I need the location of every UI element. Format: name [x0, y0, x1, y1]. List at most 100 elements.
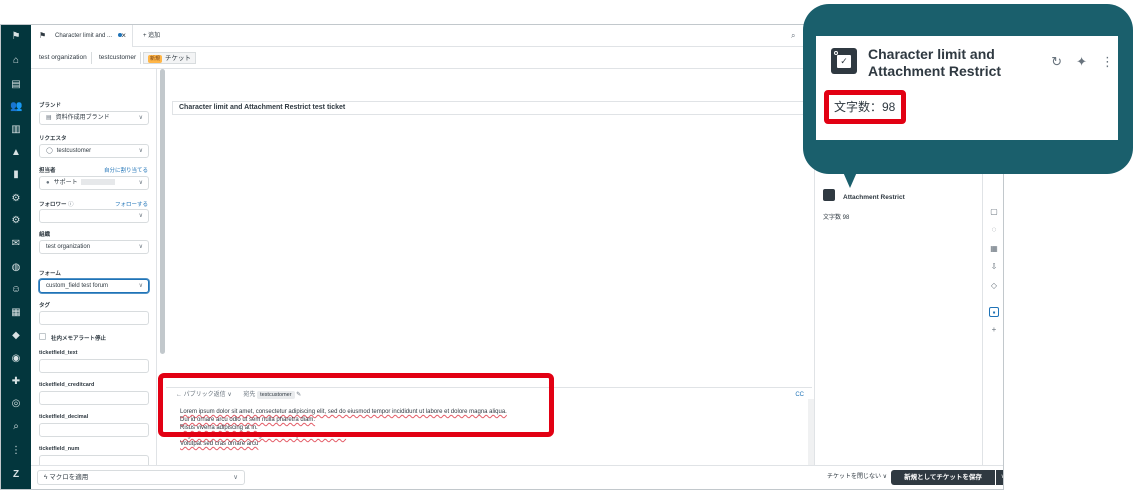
- close-ticket-option[interactable]: チケットを閉じない ∨: [827, 470, 887, 485]
- form-select[interactable]: custom_field test forum ∨: [39, 279, 149, 293]
- zoom-callout: ✓ Character limit and Attachment Restric…: [803, 4, 1133, 174]
- zoomed-app-card: ✓ Character limit and Attachment Restric…: [816, 36, 1118, 140]
- tab-active-ticket[interactable]: ⚑ Character limit and ... ×: [31, 25, 133, 47]
- more-options-icon[interactable]: ⋮: [1101, 54, 1114, 69]
- chevron-down-icon: ∨: [233, 474, 238, 481]
- views-icon[interactable]: ▤: [10, 79, 22, 91]
- field-num-input[interactable]: [39, 455, 149, 465]
- organizations-icon[interactable]: ▥: [10, 124, 22, 136]
- editor-highlight: [158, 373, 554, 437]
- add-app-icon[interactable]: +: [989, 325, 999, 335]
- requester-label: リクエスタ: [39, 136, 67, 142]
- crumb-org[interactable]: test organization: [35, 52, 92, 64]
- requester-select[interactable]: ◯ testcustomer ∨: [39, 144, 149, 158]
- field-creditcard-input[interactable]: [39, 391, 149, 405]
- ticket-subject[interactable]: Character limit and Attachment Restrict …: [172, 101, 812, 115]
- crumb-ticket-label: チケット: [165, 55, 192, 62]
- chevron-down-icon: ∨: [138, 148, 143, 154]
- save-ticket-button[interactable]: 新規としてチケットを保存: [891, 470, 995, 485]
- cube-icon[interactable]: ◆: [10, 330, 22, 342]
- char-count-highlight: 文字数：98: [824, 90, 906, 124]
- settings-gear-icon[interactable]: ⚙: [10, 215, 22, 227]
- memo-alert-label: 社内メモアラート停止: [51, 336, 107, 342]
- intelligence-icon[interactable]: ◇: [989, 281, 999, 291]
- field-decimal-label: ticketfield_decimal: [39, 414, 89, 420]
- add-tab-button[interactable]: + 追加: [143, 25, 160, 47]
- app-title: Character limit and Attachment Restrict: [868, 46, 1002, 79]
- assign-to-self-link[interactable]: 自分に割り当てる: [104, 166, 148, 174]
- zendesk-logo-icon: ⚑: [11, 31, 21, 42]
- chevron-down-icon: ∨: [138, 115, 143, 121]
- followers-label: フォロワー ⓘ: [39, 202, 74, 208]
- home-icon[interactable]: ⌂: [10, 55, 22, 67]
- blurred-name: [80, 179, 115, 186]
- knowledge-icon[interactable]: ⇩: [989, 262, 999, 272]
- requester-value: testcustomer: [56, 148, 92, 154]
- objects-icon[interactable]: ▲: [10, 147, 22, 159]
- ticket-properties-panel: ブランド ▤ 資料作成用ブランド ∨ リクエスタ ◯ testcustomer ∨ 担当…: [31, 69, 157, 465]
- reporting-icon[interactable]: ▮: [10, 169, 22, 181]
- field-text-label: ticketfield_text: [39, 350, 78, 356]
- interaction-history-icon[interactable]: ◌: [989, 225, 999, 235]
- bottom-action-bar: ϟ マクロを適用∨ チケットを閉じない ∨ 新規としてチケットを保存 ∨: [31, 465, 1003, 489]
- add-user-icon[interactable]: ✚: [10, 376, 22, 388]
- pin-icon[interactable]: ✦: [1076, 54, 1087, 69]
- organization-label: 組織: [39, 232, 51, 238]
- apply-macro-select[interactable]: ϟ マクロを適用 ∨: [37, 470, 245, 485]
- group-icon: ●: [46, 180, 50, 186]
- chevron-down-icon: ∨: [138, 180, 143, 186]
- chevron-down-icon: ∨: [138, 283, 143, 289]
- memo-alert-checkbox[interactable]: [39, 333, 46, 340]
- cc-button[interactable]: CC: [795, 388, 804, 402]
- eye-icon[interactable]: ◉: [10, 353, 22, 365]
- checkmark-icon: ✓: [837, 55, 851, 68]
- organization-select[interactable]: test organization ∨: [39, 240, 149, 254]
- ticket-tab-icon: ⚑: [39, 31, 47, 40]
- left-nav-rail: ⚑ ⌂ ▤ 👥 ▥ ▲ ▮ ⚙ ⚙ ✉ ◍ ☺ ▦ ◆ ◉ ✚ ◎ ⌕ ⋮ Z: [1, 25, 31, 489]
- search-icon[interactable]: ⌕: [791, 31, 795, 41]
- globe-icon[interactable]: ◍: [10, 262, 22, 274]
- customers-icon[interactable]: 👥: [10, 101, 22, 113]
- admin-gear-icon[interactable]: ⚙: [10, 193, 22, 205]
- form-label: フォーム: [39, 271, 61, 277]
- char-count-small: 文字数 98: [823, 215, 850, 221]
- assignee-select[interactable]: ● サポート ∨: [39, 176, 149, 190]
- app-checkbox-icon: [823, 189, 835, 201]
- follow-link[interactable]: フォローする: [115, 200, 148, 208]
- smile-icon[interactable]: ☺: [10, 284, 22, 296]
- chevron-down-icon: ∨: [138, 244, 143, 250]
- assignee-value: サポート: [53, 180, 78, 186]
- brand-select[interactable]: ▤ 資料作成用ブランド ∨: [39, 111, 149, 125]
- callout-pointer: [843, 172, 857, 188]
- brand-label: ブランド: [39, 103, 62, 109]
- app-title-small: Attachment Restrict: [843, 194, 905, 201]
- field-decimal-input[interactable]: [39, 423, 149, 437]
- properties-scrollbar[interactable]: [160, 69, 165, 354]
- followers-input[interactable]: ∨: [39, 209, 149, 223]
- save-options-chevron-icon[interactable]: ∨: [996, 470, 1003, 485]
- refresh-icon[interactable]: ↻: [1051, 54, 1062, 69]
- crumb-customer[interactable]: testcustomer: [95, 52, 142, 64]
- close-tab-icon[interactable]: ×: [121, 25, 126, 47]
- macro-label: マクロを適用: [49, 474, 89, 481]
- help-icon[interactable]: ◎: [10, 398, 22, 410]
- calendar-icon[interactable]: ▦: [10, 307, 22, 319]
- mail-icon[interactable]: ✉: [10, 238, 22, 250]
- user-profile-icon[interactable]: ▢: [989, 207, 999, 217]
- search-alt-icon[interactable]: ⌕: [10, 421, 22, 433]
- app-checkbox-icon: ✓: [831, 48, 857, 74]
- user-icon: ◯: [46, 148, 53, 154]
- field-creditcard-label: ticketfield_creditcard: [39, 382, 95, 388]
- brand-value: 資料作成用ブランド: [55, 115, 110, 121]
- app-selected-icon[interactable]: ▪: [989, 307, 999, 317]
- more-apps-icon[interactable]: ⋮: [10, 445, 22, 457]
- tags-label: タグ: [39, 303, 51, 309]
- info-icon: ⓘ: [68, 202, 74, 208]
- crumb-ticket[interactable]: 新規 チケット: [143, 52, 197, 64]
- apps-grid-icon[interactable]: ▦: [989, 244, 999, 254]
- chevron-down-icon: ∨: [138, 213, 143, 219]
- field-text-input[interactable]: [39, 359, 149, 373]
- field-num-label: ticketfield_num: [39, 446, 80, 452]
- form-value: custom_field test forum: [46, 283, 109, 289]
- tags-input[interactable]: [39, 311, 149, 325]
